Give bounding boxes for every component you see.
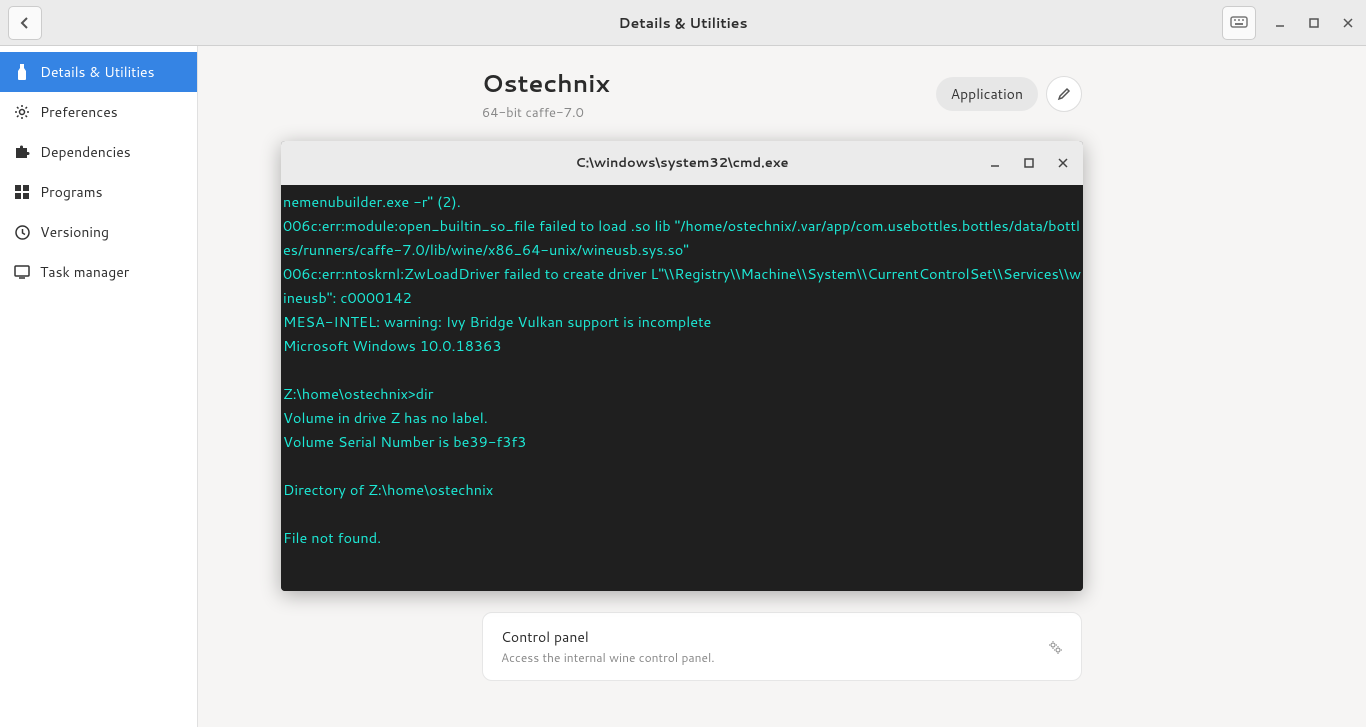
close-button[interactable]: [1338, 13, 1358, 33]
bottle-icon: [14, 64, 30, 80]
arrow-left-icon: [17, 15, 33, 31]
maximize-icon: [1024, 158, 1034, 168]
clock-icon: [14, 224, 30, 240]
sidebar: Details & Utilities Preferences Dependen…: [0, 46, 198, 727]
gear-small-icon: [1047, 639, 1063, 655]
sidebar-item-preferences[interactable]: Preferences: [0, 92, 197, 132]
minimize-icon: [990, 158, 1000, 168]
keyboard-icon: [1230, 16, 1248, 30]
terminal-close-button[interactable]: [1055, 155, 1071, 171]
bottle-title: Ostechnix: [482, 66, 610, 100]
puzzle-icon: [14, 144, 30, 160]
sidebar-item-details[interactable]: Details & Utilities: [0, 52, 197, 92]
window-controls: [1222, 6, 1358, 40]
environment-pill[interactable]: Application: [936, 77, 1038, 111]
close-icon: [1343, 18, 1353, 28]
minimize-button[interactable]: [1270, 13, 1290, 33]
gear-icon: [14, 104, 30, 120]
edit-button[interactable]: [1046, 76, 1082, 112]
sidebar-label: Preferences: [40, 102, 118, 122]
card-title: Control panel: [501, 627, 715, 647]
close-icon: [1058, 158, 1068, 168]
sidebar-label: Programs: [40, 182, 103, 202]
sidebar-label: Dependencies: [40, 142, 131, 162]
terminal-body[interactable]: nemenubuilder.exe -r" (2). 006c:err:modu…: [281, 185, 1083, 591]
sidebar-item-dependencies[interactable]: Dependencies: [0, 132, 197, 172]
monitor-icon: [14, 264, 30, 280]
minimize-icon: [1275, 18, 1285, 28]
pencil-icon: [1057, 87, 1071, 101]
terminal-titlebar[interactable]: C:\windows\system32\cmd.exe: [281, 141, 1083, 185]
back-button[interactable]: [8, 6, 42, 40]
sidebar-item-taskmanager[interactable]: Task manager: [0, 252, 197, 292]
maximize-button[interactable]: [1304, 13, 1324, 33]
sidebar-label: Versioning: [40, 222, 109, 242]
terminal-maximize-button[interactable]: [1021, 155, 1037, 171]
card-subtitle: Access the internal wine control panel.: [501, 649, 715, 666]
bottle-subtitle: 64-bit caffe-7.0: [482, 104, 610, 122]
window-title: Details & Utilities: [0, 13, 1366, 33]
terminal-output: nemenubuilder.exe -r" (2). 006c:err:modu…: [283, 191, 1081, 591]
title-row: Ostechnix 64-bit caffe-7.0 Application: [482, 66, 1082, 122]
sidebar-item-versioning[interactable]: Versioning: [0, 212, 197, 252]
header-utility-button[interactable]: [1222, 6, 1256, 40]
sidebar-label: Task manager: [40, 262, 129, 282]
terminal-minimize-button[interactable]: [987, 155, 1003, 171]
control-panel-card[interactable]: Control panel Access the internal wine c…: [482, 612, 1082, 681]
header-bar: Details & Utilities: [0, 0, 1366, 46]
terminal-title: C:\windows\system32\cmd.exe: [281, 154, 1083, 172]
maximize-icon: [1309, 18, 1319, 28]
sidebar-label: Details & Utilities: [40, 62, 155, 82]
terminal-window: C:\windows\system32\cmd.exe nemenubuilde…: [281, 141, 1083, 591]
sidebar-item-programs[interactable]: Programs: [0, 172, 197, 212]
grid-icon: [14, 184, 30, 200]
